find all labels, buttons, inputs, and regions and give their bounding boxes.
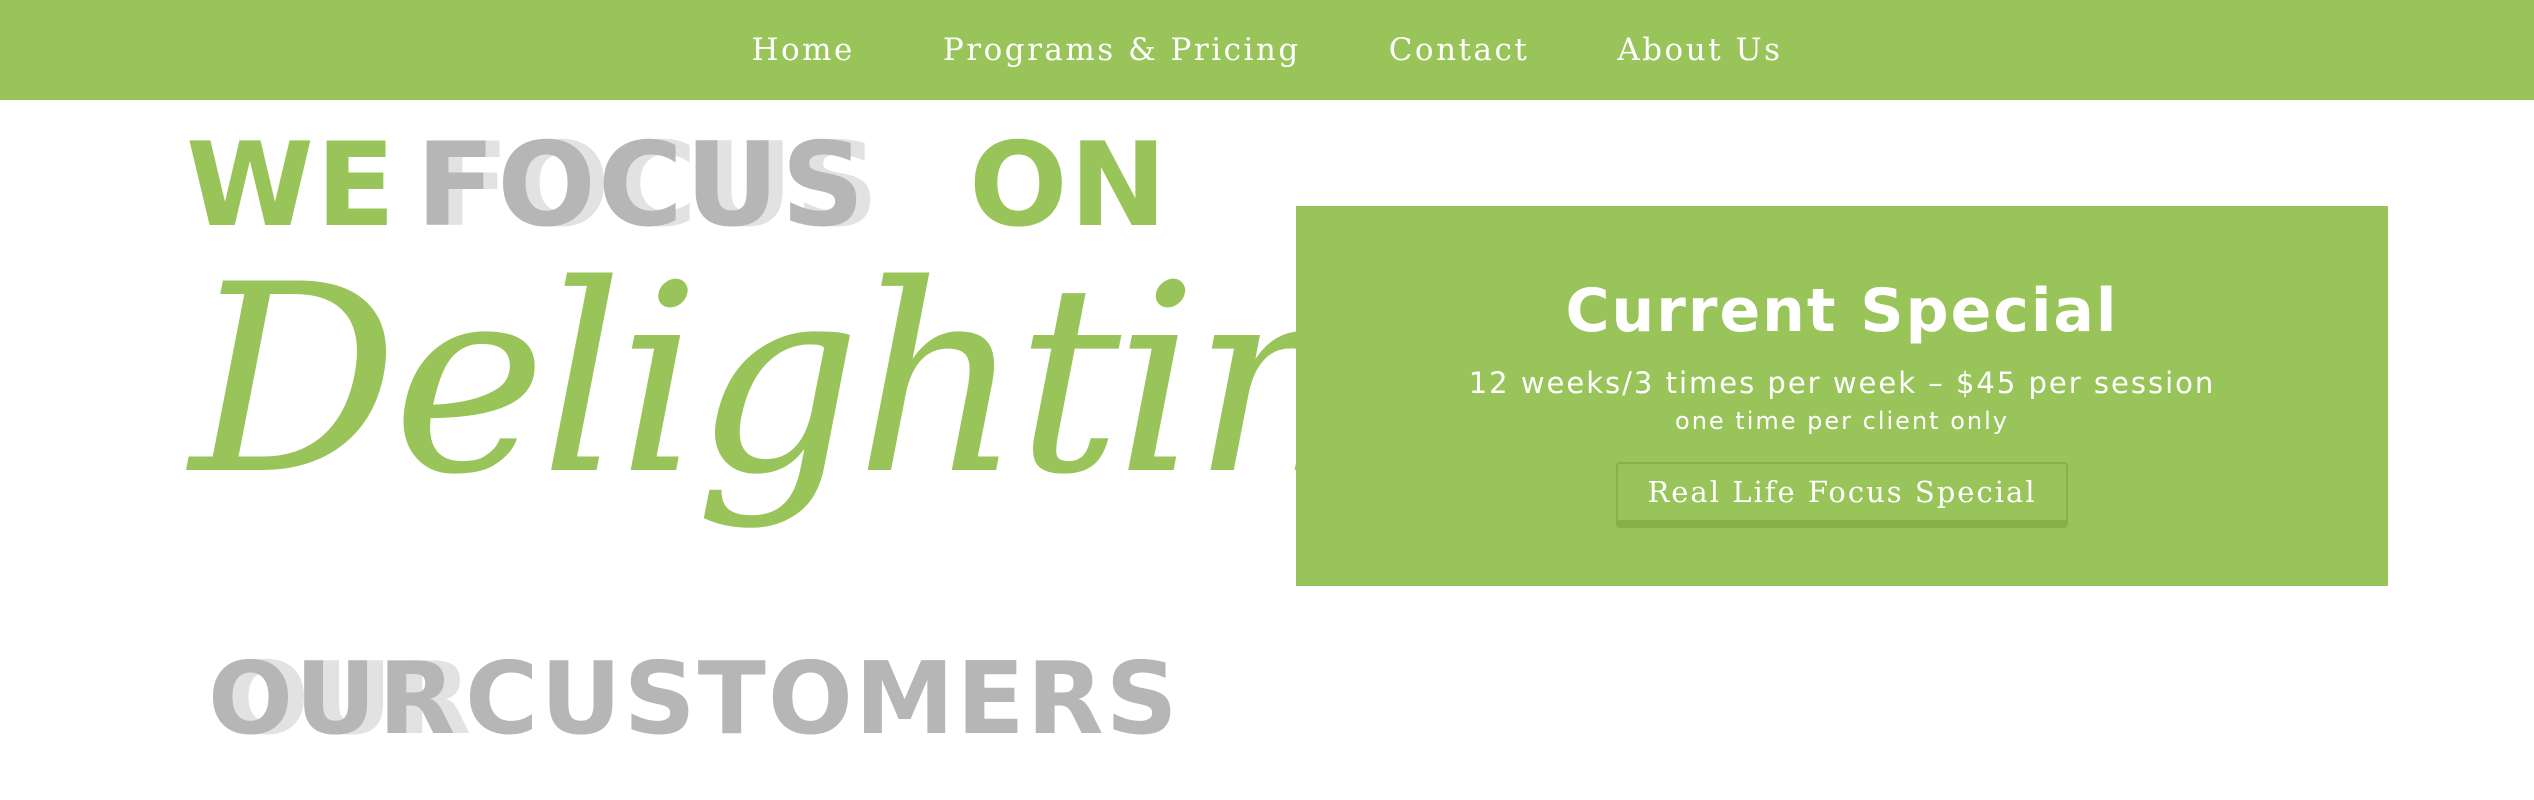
top-navigation-bar: Home Programs & Pricing Contact About Us xyxy=(0,0,2534,100)
real-life-focus-special-button[interactable]: Real Life Focus Special xyxy=(1616,462,2068,528)
current-special-panel: Current Special 12 weeks/3 times per wee… xyxy=(1296,206,2388,586)
nav-link-home[interactable]: Home xyxy=(707,32,898,68)
special-note: one time per client only xyxy=(1675,407,2009,435)
nav-link-about-us[interactable]: About Us xyxy=(1573,32,1826,68)
hero-word-our: OUR xyxy=(208,640,458,757)
special-title: Current Special xyxy=(1565,276,2119,346)
hero-word-customers: CUSTOMERS xyxy=(465,640,1180,757)
nav-link-programs-pricing[interactable]: Programs & Pricing xyxy=(899,32,1345,68)
special-detail: 12 weeks/3 times per week – $45 per sess… xyxy=(1468,366,2216,400)
hero-typographic-graphic: WE FOCUS FOCUS ON Delighting OUR OUR CUS… xyxy=(180,110,1520,760)
nav-link-contact[interactable]: Contact xyxy=(1345,32,1574,68)
main-nav: Home Programs & Pricing Contact About Us xyxy=(0,0,2534,100)
